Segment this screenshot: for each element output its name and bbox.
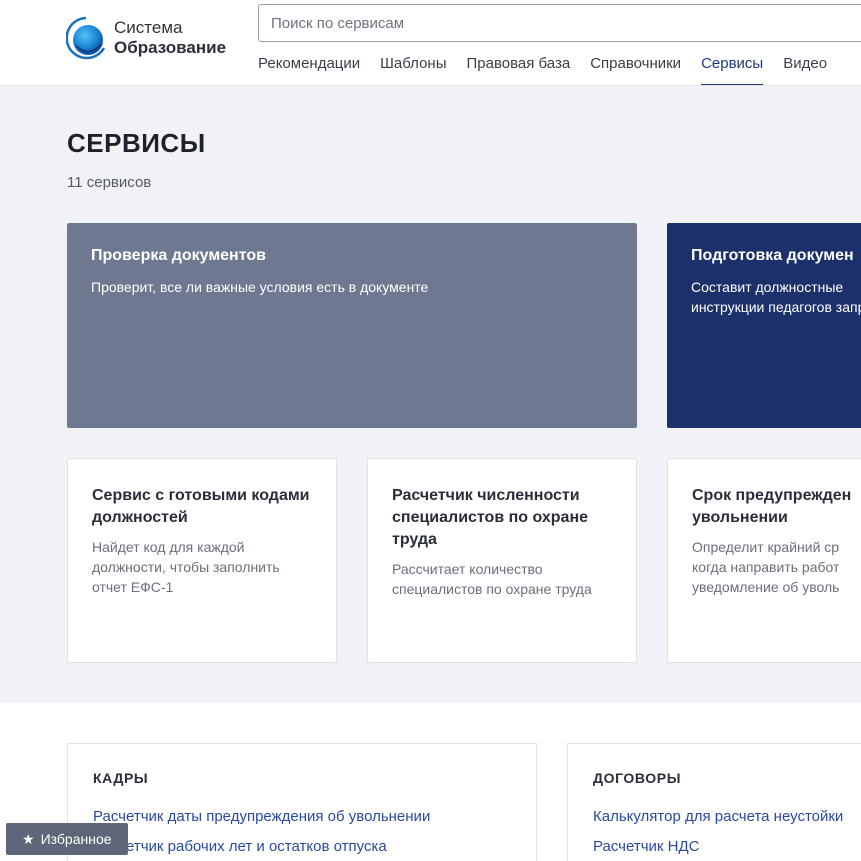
category-link[interactable]: Расчетчик НДС bbox=[593, 832, 861, 861]
page-title: СЕРВИСЫ bbox=[67, 128, 206, 158]
main-nav: Рекомендации Шаблоны Правовая база Справ… bbox=[258, 54, 847, 85]
featured-card-document-prep[interactable]: Подготовка докумен Составит должностные … bbox=[667, 223, 861, 428]
services-count: 11 сервисов bbox=[67, 174, 152, 191]
star-icon: ★ bbox=[22, 831, 35, 847]
service-card-desc: Определит крайний ср когда направить раб… bbox=[692, 539, 840, 595]
logo-line-2: Образование bbox=[114, 38, 227, 57]
logo[interactable]: Система Образование bbox=[66, 14, 246, 64]
category-link[interactable]: Калькулятор для расчета неустойки bbox=[593, 802, 861, 832]
category-link[interactable]: Расчетчик даты предупреждения об увольне… bbox=[93, 802, 511, 832]
globe-logo-icon bbox=[66, 16, 106, 60]
category-panel-hr: КАДРЫ Расчетчик даты предупреждения об у… bbox=[67, 743, 537, 861]
featured-card-document-check[interactable]: Проверка документов Проверит, все ли важ… bbox=[67, 223, 637, 428]
category-title: КАДРЫ bbox=[93, 770, 149, 786]
service-card-title: Расчетчик численности специалистов по ох… bbox=[392, 487, 588, 548]
featured-card-desc: Составит должностные инструкции педагого… bbox=[691, 279, 861, 315]
site-header: Система Образование Рекомендации Шаблоны… bbox=[0, 0, 861, 86]
service-card-dismissal-notice[interactable]: Срок предупрежден увольнении Определит к… bbox=[667, 458, 861, 663]
category-panel-contracts: ДОГОВОРЫ Калькулятор для расчета неустой… bbox=[567, 743, 861, 861]
service-card-position-codes[interactable]: Сервис с готовыми кодами должностей Найд… bbox=[67, 458, 337, 663]
service-card-title: Срок предупрежден увольнении bbox=[692, 487, 852, 526]
featured-card-title: Подготовка докумен bbox=[691, 247, 854, 264]
favorites-button[interactable]: ★ Избранное bbox=[6, 823, 128, 855]
favorites-label: Избранное bbox=[40, 831, 112, 847]
logo-text: Система Образование bbox=[114, 18, 226, 58]
nav-item-legal-base[interactable]: Правовая база bbox=[467, 54, 571, 85]
search-input[interactable] bbox=[258, 4, 861, 42]
category-title: ДОГОВОРЫ bbox=[593, 770, 682, 786]
category-link[interactable]: Расчетчик рабочих лет и остатков отпуска bbox=[93, 832, 511, 861]
featured-card-title: Проверка документов bbox=[91, 247, 266, 264]
categories-section: КАДРЫ Расчетчик даты предупреждения об у… bbox=[0, 703, 861, 861]
service-card-safety-staff-calc[interactable]: Расчетчик численности специалистов по ох… bbox=[367, 458, 637, 663]
nav-item-templates[interactable]: Шаблоны bbox=[380, 54, 446, 85]
nav-item-services[interactable]: Сервисы bbox=[701, 54, 764, 85]
service-card-desc: Найдет код для каждой должности, чтобы з… bbox=[92, 539, 280, 595]
nav-item-references[interactable]: Справочники bbox=[590, 54, 681, 85]
service-card-desc: Рассчитает количество специалистов по ох… bbox=[392, 561, 592, 597]
service-card-title: Сервис с готовыми кодами должностей bbox=[92, 487, 310, 526]
nav-item-recommendations[interactable]: Рекомендации bbox=[258, 54, 360, 85]
nav-item-video[interactable]: Видео bbox=[783, 54, 827, 85]
logo-line-1: Система bbox=[114, 18, 183, 37]
services-section: СЕРВИСЫ 11 сервисов Проверка документов … bbox=[0, 86, 861, 703]
featured-card-desc: Проверит, все ли важные условия есть в д… bbox=[91, 279, 429, 295]
